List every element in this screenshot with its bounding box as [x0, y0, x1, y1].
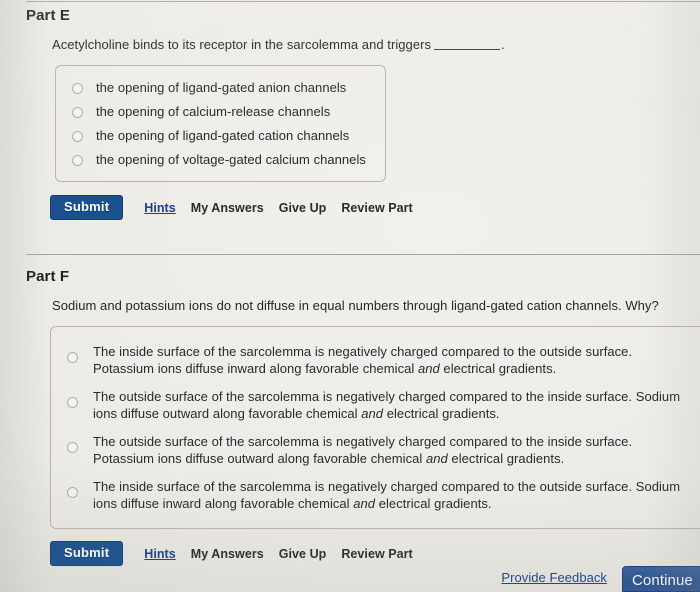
option-row[interactable]: the opening of voltage-gated calcium cha… [56, 152, 385, 168]
option-row[interactable]: The inside surface of the sarcolemma is … [51, 478, 700, 512]
part-title-f: Part F [26, 268, 70, 285]
part-section-e: Part E Acetylcholine binds to its recept… [0, 6, 700, 220]
question-text-e: Acetylcholine binds to its receptor in t… [0, 26, 700, 53]
option-row[interactable]: The inside surface of the sarcolemma is … [51, 343, 700, 377]
page-footer: Provide Feedback Continue [0, 558, 700, 592]
give-up-link[interactable]: Give Up [279, 201, 327, 215]
top-divider [26, 1, 700, 2]
option-row[interactable]: the opening of ligand-gated anion channe… [56, 80, 385, 96]
question-suffix-e: . [501, 37, 505, 52]
option-label: the opening of voltage-gated calcium cha… [96, 152, 366, 167]
question-prefix-e: Acetylcholine binds to its receptor in t… [52, 37, 432, 52]
assignment-page: Part E Acetylcholine binds to its recept… [0, 0, 700, 592]
option-row[interactable]: the opening of ligand-gated cation chann… [56, 128, 385, 144]
radio-button-icon[interactable] [72, 155, 83, 166]
action-links-e: Hints My Answers Give Up Review Part [144, 201, 413, 215]
option-label: The outside surface of the sarcolemma is… [93, 389, 681, 421]
section-divider [26, 254, 700, 255]
answer-options-box-f: The inside surface of the sarcolemma is … [50, 326, 700, 529]
provide-feedback-link[interactable]: Provide Feedback [501, 570, 607, 585]
radio-button-icon[interactable] [67, 487, 78, 498]
option-label: the opening of calcium-release channels [96, 104, 331, 119]
radio-button-icon[interactable] [67, 352, 78, 363]
radio-button-icon[interactable] [72, 83, 83, 94]
my-answers-link[interactable]: My Answers [191, 201, 264, 215]
answer-options-box-e: the opening of ligand-gated anion channe… [55, 65, 386, 182]
question-text-f: Sodium and potassium ions do not diffuse… [0, 287, 700, 314]
option-label: The outside surface of the sarcolemma is… [93, 434, 633, 466]
action-bar-e: Submit Hints My Answers Give Up Review P… [0, 195, 700, 220]
option-label: The inside surface of the sarcolemma is … [93, 344, 633, 376]
option-label: the opening of ligand-gated anion channe… [96, 80, 347, 95]
part-title-e: Part E [26, 7, 70, 24]
option-label: the opening of ligand-gated cation chann… [96, 128, 350, 143]
option-row[interactable]: The outside surface of the sarcolemma is… [51, 433, 700, 467]
radio-button-icon[interactable] [72, 107, 83, 118]
radio-button-icon[interactable] [72, 131, 83, 142]
continue-button[interactable]: Continue [622, 566, 700, 592]
option-row[interactable]: the opening of calcium-release channels [56, 104, 385, 120]
review-part-link[interactable]: Review Part [341, 201, 412, 215]
hints-link[interactable]: Hints [144, 201, 176, 215]
radio-button-icon[interactable] [67, 442, 78, 453]
question-prefix-f: Sodium and potassium ions do not diffuse… [52, 298, 659, 313]
option-row[interactable]: The outside surface of the sarcolemma is… [51, 388, 700, 422]
option-label: The inside surface of the sarcolemma is … [93, 479, 681, 511]
answer-blank [434, 38, 501, 50]
part-section-f: Part F Sodium and potassium ions do not … [0, 254, 700, 566]
submit-button[interactable]: Submit [50, 195, 124, 220]
radio-button-icon[interactable] [67, 397, 78, 408]
